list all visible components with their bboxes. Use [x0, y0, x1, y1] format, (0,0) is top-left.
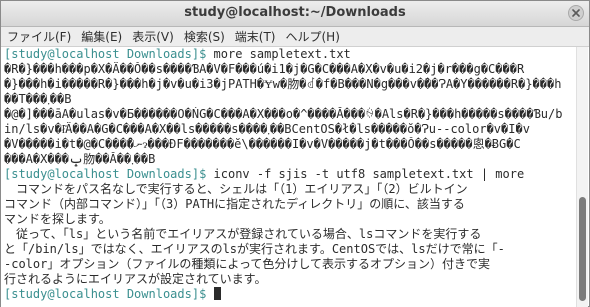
output-text: マンドを探します。: [4, 212, 111, 226]
terminal-line: コマンドをパス名なしで実行すると、シェルは「（1）エイリアス」「（2）ビルトイン: [4, 182, 577, 197]
terminal-line: ���A�X���ݒ肳��Ă��܂��B: [4, 152, 577, 167]
terminal-line: �@�]���āA�ulas�v�Ƃ������O�ŃG�C���A�X���o…: [4, 107, 577, 122]
menu-view[interactable]: 表示(V): [132, 28, 174, 45]
terminal-line: [study@localhost Downloads]$ iconv -f sj…: [4, 167, 577, 182]
output-text: �}���h�i�����R�}���h�j�v�u�i3�jPATH�Ɏw�肳…: [4, 77, 562, 91]
terminal-line: [study@localhost Downloads]$: [4, 287, 577, 302]
output-text: コマンドをパス名なしで実行すると、シェルは「（1）エイリアス」「（2）ビルトイン: [4, 182, 468, 196]
scrollbar-thumb[interactable]: [579, 197, 586, 301]
close-icon: [572, 9, 580, 17]
output-text: in/ls�v�ł͂Ȃ��A�G�C���A�X��ls�����s����܂�…: [4, 122, 530, 136]
output-text: �V�����i�t�@�C���̎�ނɂ���ĐF�������ĕ\�����…: [4, 137, 521, 151]
close-button[interactable]: [568, 5, 584, 21]
output-text: �@�]���āA�ulas�v�Ƃ������O�ŃG�C���A�X���o…: [4, 107, 563, 121]
menu-help[interactable]: ヘルプ(H): [286, 28, 340, 45]
terminal-line: -color」オプション（ファイルの種類によって色分けして表示するオプション）付…: [4, 257, 577, 272]
output-text: 従って、「ls」という名前でエイリアスが登録されている場合、lsコマンドを実行す…: [4, 227, 482, 241]
output-text: 行されるようにエイリアスが設定されています。: [4, 272, 267, 286]
terminal-line: in/ls�v�ł͂Ȃ��A�G�C���A�X��ls�����s����܂�…: [4, 122, 577, 137]
terminal-line: 行されるようにエイリアスが設定されています。: [4, 272, 577, 287]
menu-search[interactable]: 検索(S): [184, 28, 225, 45]
terminal-line: �}���h�i�����R�}���h�j�v�u�i3�jPATH�Ɏw�肳…: [4, 77, 577, 92]
shell-prompt: [study@localhost Downloads]$: [4, 47, 214, 61]
command-text: iconv -f sjis -t utf8 sampletext.txt | m…: [213, 167, 525, 181]
terminal-output[interactable]: [study@localhost Downloads]$ more sample…: [1, 47, 577, 307]
output-text: ���A�X���ݒ肳��Ă��܂��B: [4, 152, 156, 166]
shell-prompt: [study@localhost Downloads]$: [4, 167, 214, 181]
menu-terminal[interactable]: 端末(T): [235, 28, 276, 45]
terminal-line: コマンド（内部コマンド）」「（3）PATHに指定されたディレクトリ」の順に、該当…: [4, 197, 577, 212]
menu-edit[interactable]: 編集(E): [81, 28, 122, 45]
terminal-line: 従って、「ls」という名前でエイリアスが登録されている場合、lsコマンドを実行す…: [4, 227, 577, 242]
terminal-line: マンドを探します。: [4, 212, 577, 227]
terminal-line: �R�}���h���p�X�Ȃ��Ŏ��s����ƁA�V�F���́u�i1…: [4, 62, 577, 77]
output-text: と「/bin/ls」ではなく、エイリアスのlsが実行されます。CentOSでは、…: [4, 242, 505, 256]
command-text: more sampletext.txt: [213, 47, 351, 61]
terminal-line: �V�����i�t�@�C���̎�ނɂ���ĐF�������ĕ\�����…: [4, 137, 577, 152]
menu-bar: ファイル(F) 編集(E) 表示(V) 検索(S) 端末(T) ヘルプ(H): [1, 27, 589, 47]
output-text: コマンド（内部コマンド）」「（3）PATHに指定されたディレクトリ」の順に、該当…: [4, 197, 465, 211]
window-title: study@localhost:~/Downloads: [184, 5, 406, 20]
shell-prompt: [study@localhost Downloads]$: [4, 287, 214, 301]
text-cursor: [213, 287, 221, 300]
output-text: -color」オプション（ファイルの種類によって色分けして表示するオプション）付…: [4, 257, 491, 271]
terminal-line: ��T���܂��B: [4, 92, 577, 107]
output-text: �R�}���h���p�X�Ȃ��Ŏ��s����ƁA�V�F���́u�i1…: [4, 62, 525, 76]
title-bar[interactable]: study@localhost:~/Downloads: [1, 1, 589, 27]
menu-file[interactable]: ファイル(F): [7, 28, 71, 45]
output-text: ��T���܂��B: [4, 92, 72, 106]
terminal-line: [study@localhost Downloads]$ more sample…: [4, 47, 577, 62]
terminal-line: と「/bin/ls」ではなく、エイリアスのlsが実行されます。CentOSでは、…: [4, 242, 577, 257]
vertical-scrollbar[interactable]: [576, 47, 588, 307]
terminal-window: study@localhost:~/Downloads ファイル(F) 編集(E…: [0, 0, 590, 307]
